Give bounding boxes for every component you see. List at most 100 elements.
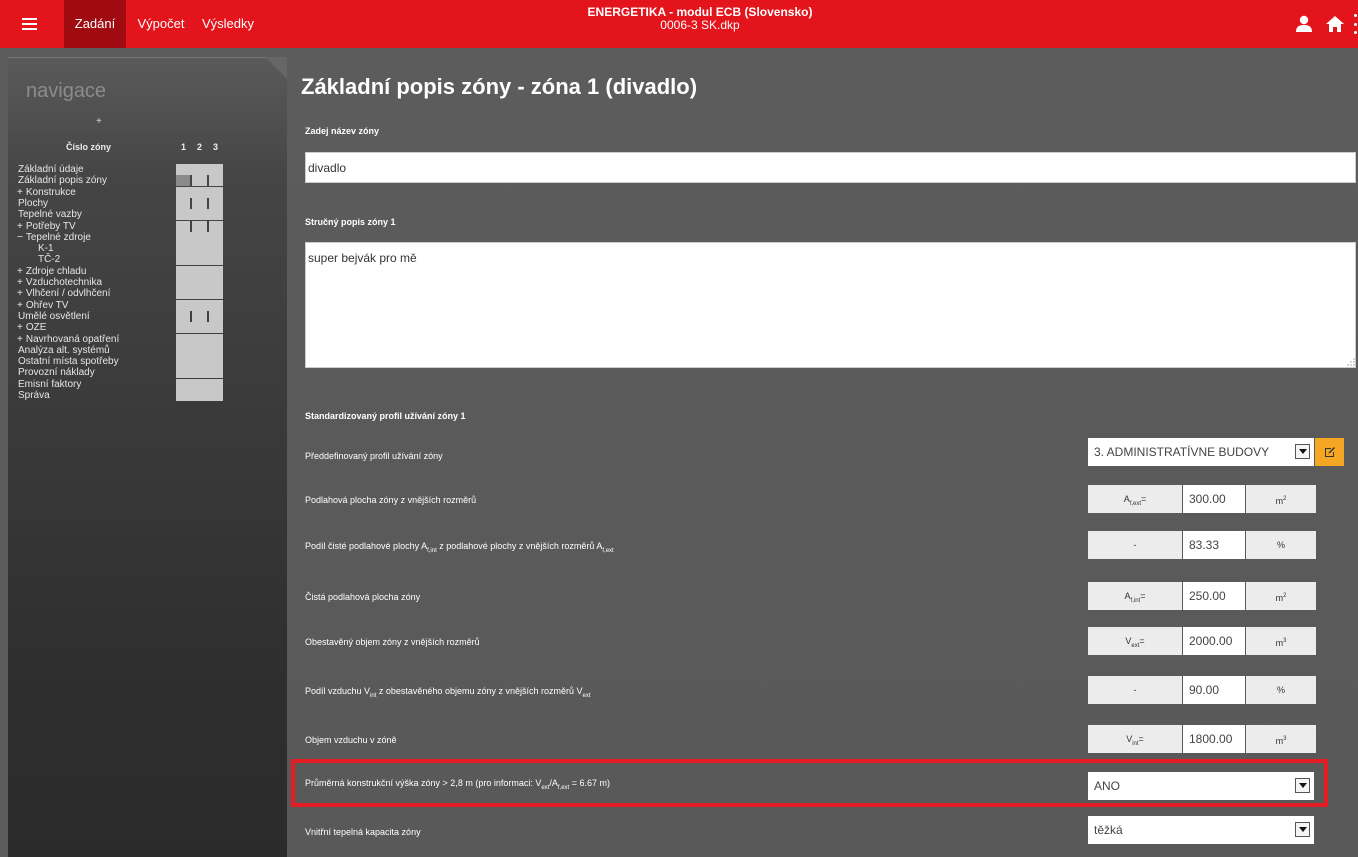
zone-cell[interactable] <box>192 198 207 209</box>
nav-item-label: Plochy <box>18 198 49 209</box>
zone-indicator[interactable] <box>176 243 223 254</box>
zone-indicator[interactable] <box>176 266 223 277</box>
zone-indicator[interactable] <box>176 288 223 299</box>
user-icon[interactable] <box>1294 14 1314 34</box>
nav-item[interactable]: + Vlhčení / odvlhčení <box>17 288 110 299</box>
zone-indicator[interactable] <box>176 356 223 367</box>
chevron-down-icon[interactable] <box>1295 822 1310 837</box>
nav-item[interactable]: Správa <box>18 390 50 401</box>
resize-grip-icon[interactable] <box>1347 358 1355 366</box>
zone-indicator[interactable] <box>176 367 223 378</box>
zone-indicator[interactable] <box>176 232 223 243</box>
zone-indicator[interactable] <box>176 345 223 356</box>
zone-indicator[interactable] <box>176 277 223 288</box>
value-input[interactable]: 1800.00 <box>1183 725 1245 753</box>
zone-cell[interactable] <box>208 311 223 322</box>
zone-indicator[interactable] <box>176 322 223 333</box>
nav-item[interactable]: + Vzduchotechnika <box>17 277 102 288</box>
nav-item[interactable]: Plochy <box>18 198 48 209</box>
capacity-label: Vnitřní tepelná kapacita zóny <box>305 827 421 837</box>
expand-icon[interactable]: + <box>17 266 23 277</box>
nav-item[interactable]: + Konstrukce <box>17 187 76 198</box>
zone-description-textarea[interactable]: super bejvák pro mě <box>305 242 1356 368</box>
zone-indicator[interactable] <box>176 187 223 198</box>
zone-indicator[interactable] <box>176 300 223 311</box>
chevron-down-icon[interactable] <box>1295 444 1310 459</box>
symbol-box: Af,ext= <box>1088 485 1182 513</box>
chevron-down-icon[interactable] <box>1295 778 1310 793</box>
zone-cell[interactable] <box>208 175 223 186</box>
nav-item[interactable]: + Ohřev TV <box>17 300 68 311</box>
profile-label: Předdefinovaný profil užívání zóny <box>305 451 443 461</box>
kebab-icon[interactable] <box>1352 14 1358 34</box>
value-input[interactable]: 90.00 <box>1183 676 1245 704</box>
nav-item[interactable]: Provozní náklady <box>18 367 95 378</box>
expand-icon[interactable]: + <box>17 277 23 288</box>
expand-icon[interactable]: + <box>17 322 23 333</box>
nav-item[interactable]: Základní údaje <box>18 164 84 175</box>
home-icon[interactable] <box>1325 14 1345 34</box>
nav-item-label: Základní údaje <box>18 164 84 175</box>
nav-item[interactable]: + Zdroje chladu <box>17 266 86 277</box>
nav-item[interactable]: + OZE <box>17 322 46 333</box>
capacity-select[interactable]: těžká <box>1088 816 1314 844</box>
symbol-box: Af,int= <box>1088 582 1182 610</box>
nav-item[interactable]: + Navrhovaná opatření <box>17 334 120 345</box>
expand-icon[interactable]: + <box>17 300 23 311</box>
zone-indicator[interactable] <box>176 164 223 175</box>
expand-icon[interactable]: + <box>17 187 23 198</box>
value-input[interactable]: 2000.00 <box>1183 627 1245 655</box>
zone-name-input[interactable]: divadlo <box>305 152 1356 183</box>
zone-indicator[interactable] <box>176 209 223 220</box>
symbol-box: - <box>1088 531 1182 559</box>
expand-icon[interactable]: + <box>17 221 23 232</box>
nav-item[interactable]: Emisní faktory <box>18 379 81 390</box>
zone-cell[interactable] <box>208 221 223 232</box>
nav-item[interactable]: Základní popis zóny <box>18 175 107 186</box>
edit-profile-button[interactable] <box>1315 438 1344 466</box>
capacity-select-value: těžká <box>1094 823 1123 837</box>
nav-item[interactable]: TČ-2 <box>38 254 60 265</box>
nav-item[interactable]: Ostatní místa spotřeby <box>18 356 119 367</box>
height-select[interactable]: ANO <box>1088 772 1314 800</box>
collapse-icon[interactable]: − <box>17 232 23 243</box>
zone-cell[interactable] <box>192 175 207 186</box>
zone-cell[interactable] <box>192 221 207 232</box>
unit-box: % <box>1246 676 1316 704</box>
menu-icon[interactable] <box>0 0 58 48</box>
nav-item[interactable]: Tepelné vazby <box>18 209 82 220</box>
expand-icon[interactable]: + <box>17 334 23 345</box>
zone-cell[interactable] <box>176 175 191 186</box>
zone-description-label: Stručný popis zóny 1 <box>305 217 396 227</box>
zone-cell[interactable] <box>192 311 207 322</box>
nav-item[interactable]: K-1 <box>38 243 54 254</box>
nav-item[interactable]: Umělé osvětlení <box>18 311 90 322</box>
zone-indicator-split[interactable] <box>176 311 223 322</box>
nav-item-label: Konstrukce <box>25 187 76 198</box>
zone-cell[interactable] <box>176 198 191 209</box>
nav-item-label: Navrhovaná opatření <box>25 334 120 345</box>
nav-item[interactable]: + Potřeby TV <box>17 221 76 232</box>
menu-vysledky[interactable]: Výsledky <box>196 0 260 48</box>
zone-indicator-split[interactable] <box>176 175 223 186</box>
zone-indicator-split[interactable] <box>176 198 223 209</box>
value-input[interactable]: 250.00 <box>1183 582 1245 610</box>
menu-zadani[interactable]: Zadání <box>64 0 126 48</box>
zone-indicator[interactable] <box>176 379 223 390</box>
zone-indicator-split[interactable] <box>176 221 223 232</box>
profile-select[interactable]: 3. ADMINISTRATÍVNE BUDOVY <box>1088 438 1314 466</box>
expand-icon[interactable]: + <box>17 288 23 299</box>
nav-item[interactable]: Analýza alt. systémů <box>18 345 110 356</box>
nav-item[interactable]: − Tepelné zdroje <box>17 232 91 243</box>
value-input[interactable]: 83.33 <box>1183 531 1245 559</box>
zone-indicator[interactable] <box>176 390 223 401</box>
zone-cell[interactable] <box>176 311 191 322</box>
zone-cell[interactable] <box>176 221 191 232</box>
unit-box: m2 <box>1246 485 1316 513</box>
value-input[interactable]: 300.00 <box>1183 485 1245 513</box>
zone-cell[interactable] <box>208 198 223 209</box>
zone-indicator[interactable] <box>176 334 223 345</box>
menu-vypocet[interactable]: Výpočet <box>132 0 190 48</box>
nav-expand-all[interactable]: + <box>96 116 102 127</box>
zone-indicator[interactable] <box>176 254 223 265</box>
